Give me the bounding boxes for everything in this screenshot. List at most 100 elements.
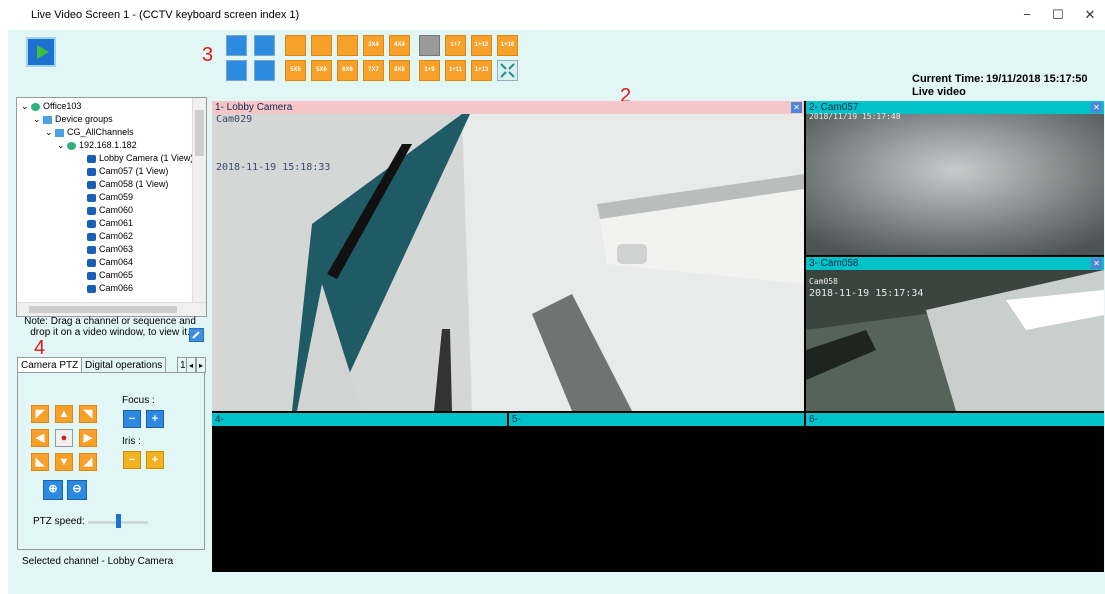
ptz-speed-label: PTZ speed:: [33, 516, 85, 527]
video-window-1[interactable]: 1- Lobby Camera ✕ Cam029 2018-11-19 15:1…: [212, 101, 804, 411]
layout-3x3-button[interactable]: [337, 35, 358, 56]
ptz-up-button[interactable]: ▲: [55, 405, 73, 423]
next-page-button[interactable]: [254, 60, 275, 81]
tree-item[interactable]: ⌄ 192.168.1.182: [57, 139, 137, 152]
tree-item[interactable]: Cam061: [87, 217, 133, 230]
video-feed: Cam029 2018-11-19 15:18:33: [212, 114, 804, 411]
title-bar: Live Video Screen 1 - (CCTV keyboard scr…: [0, 0, 1105, 30]
video-window-3[interactable]: 3- Cam058 ✕ Cam058 2018-11-19 15:17:34: [806, 257, 1104, 411]
window-title: Live Video Screen 1 - (CCTV keyboard scr…: [31, 9, 300, 21]
layout-8x8-button[interactable]: 8X8: [389, 60, 410, 81]
close-video-button[interactable]: ✕: [791, 102, 802, 113]
close-video-button[interactable]: ✕: [1091, 102, 1102, 113]
focus-near-button[interactable]: −: [123, 410, 141, 428]
layout-1plus13-button[interactable]: 1+13: [471, 60, 492, 81]
ptz-speed-slider-thumb[interactable]: [116, 514, 121, 528]
video-window-6[interactable]: 6-: [806, 413, 1104, 572]
layout-5x6-button[interactable]: 5X6: [311, 60, 332, 81]
ptz-left-button[interactable]: ◀: [31, 429, 49, 447]
tree-item[interactable]: ⌄ Device groups: [33, 113, 113, 126]
scrollbar-thumb[interactable]: [29, 306, 177, 313]
ptz-up-right-button[interactable]: ◥: [79, 405, 97, 423]
layout-1plus12-button[interactable]: 1+12: [471, 35, 492, 56]
tab-digital-operations[interactable]: Digital operations: [81, 357, 167, 373]
tree-item[interactable]: Cam058 (1 View): [87, 178, 168, 191]
layout-7x7-button[interactable]: 7X7: [363, 60, 384, 81]
layout-1plus9-button[interactable]: 1+9: [419, 60, 440, 81]
video-window-5[interactable]: 5-: [509, 413, 804, 572]
ptz-up-left-button[interactable]: ◤: [31, 405, 49, 423]
annotation-3: 3: [202, 44, 214, 66]
video-window-title: 3- Cam058: [806, 257, 1104, 270]
channel-tree[interactable]: ⌄ Office103 ⌄ Device groups ⌄ CG_AllChan…: [16, 97, 207, 317]
scrollbar-thumb[interactable]: [195, 110, 204, 156]
zoom-out-button[interactable]: ⊖: [67, 480, 87, 500]
zoom-in-button[interactable]: ⊕: [43, 480, 63, 500]
tree-item[interactable]: Cam066: [87, 282, 133, 295]
iris-open-button[interactable]: +: [146, 451, 164, 469]
tree-item[interactable]: Cam064: [87, 256, 133, 269]
tree-horizontal-scrollbar[interactable]: [17, 302, 206, 316]
app-area: 3 2 1 4 3X4 4X4 1+7 1+12 1+16 5X5 5X6 6X…: [8, 30, 1105, 594]
drag-note: Note: Drag a channel or sequence and dro…: [24, 316, 196, 338]
video-feed: 2018/11/19 15:17:48: [806, 112, 1104, 255]
layout-1plus16-button[interactable]: 1+16: [497, 35, 518, 56]
tool-button[interactable]: [189, 328, 204, 342]
next-screen-button[interactable]: [254, 35, 275, 56]
focus-far-button[interactable]: +: [146, 410, 164, 428]
camera-icon: [87, 180, 96, 189]
previous-page-button[interactable]: [226, 60, 247, 81]
maximize-button[interactable]: ☐: [1043, 4, 1073, 26]
layout-4x4-button[interactable]: 4X4: [389, 35, 410, 56]
play-button[interactable]: [26, 37, 56, 67]
video-feed: [509, 426, 804, 572]
layout-1x1-button[interactable]: [285, 35, 306, 56]
video-feed: [806, 426, 1104, 572]
tree-item[interactable]: Cam062: [87, 230, 133, 243]
control-tabs: Camera PTZ Digital operations 1 ◂ ▸: [17, 357, 207, 373]
ptz-down-right-button[interactable]: ◢: [79, 453, 97, 471]
current-time-value: 19/11/2018 15:17:50: [986, 73, 1088, 85]
close-video-button[interactable]: ✕: [1091, 258, 1102, 269]
ptz-down-button[interactable]: ▼: [55, 453, 73, 471]
video-window-4[interactable]: 4-: [212, 413, 507, 572]
tab-scroll-left[interactable]: ◂: [186, 357, 196, 373]
tree-item[interactable]: Lobby Camera (1 View): [87, 152, 193, 165]
layout-3x4-button[interactable]: 3X4: [363, 35, 384, 56]
tree-item[interactable]: Cam060: [87, 204, 133, 217]
tree-vertical-scrollbar[interactable]: [192, 98, 206, 302]
ptz-right-button[interactable]: ▶: [79, 429, 97, 447]
camera-icon: [87, 206, 96, 215]
layout-6x6-button[interactable]: 6X6: [337, 60, 358, 81]
minimize-button[interactable]: −: [1012, 4, 1042, 26]
tree-item[interactable]: Cam065: [87, 269, 133, 282]
current-time-label: Current Time:: [912, 73, 984, 85]
video-window-2[interactable]: 2- Cam057 ✕ 2018/11/19 15:17:48: [806, 101, 1104, 255]
osd-camera-name: Cam058: [809, 277, 838, 286]
tree-item[interactable]: ⌄ CG_AllChannels: [45, 126, 134, 139]
close-button[interactable]: ✕: [1075, 4, 1105, 26]
tree-item[interactable]: Cam057 (1 View): [87, 165, 168, 178]
tool-icon: [192, 331, 200, 339]
layout-2x2-button[interactable]: [311, 35, 332, 56]
ptz-down-left-button[interactable]: ◣: [31, 453, 49, 471]
tree-item[interactable]: Cam063: [87, 243, 133, 256]
ptz-home-button[interactable]: ●: [55, 429, 73, 447]
previous-screen-button[interactable]: [226, 35, 247, 56]
zoom-out-icon: ⊖: [72, 483, 82, 495]
camera-icon: [87, 154, 96, 163]
iris-label: Iris :: [122, 436, 141, 447]
tab-scroll-right[interactable]: ▸: [196, 357, 206, 373]
layout-custom-button[interactable]: [419, 35, 440, 56]
video-window-title: 5-: [509, 413, 804, 426]
fullscreen-button[interactable]: [497, 60, 518, 81]
tree-item[interactable]: Cam059: [87, 191, 133, 204]
cam057-scene: [806, 114, 1104, 255]
tree-item[interactable]: ⌄ Office103: [21, 100, 81, 113]
tab-camera-ptz[interactable]: Camera PTZ: [17, 357, 83, 373]
video-feed: [212, 426, 507, 572]
iris-close-button[interactable]: −: [123, 451, 141, 469]
layout-1plus11-button[interactable]: 1+11: [445, 60, 466, 81]
layout-5x5-button[interactable]: 5X5: [285, 60, 306, 81]
layout-1plus7-button[interactable]: 1+7: [445, 35, 466, 56]
